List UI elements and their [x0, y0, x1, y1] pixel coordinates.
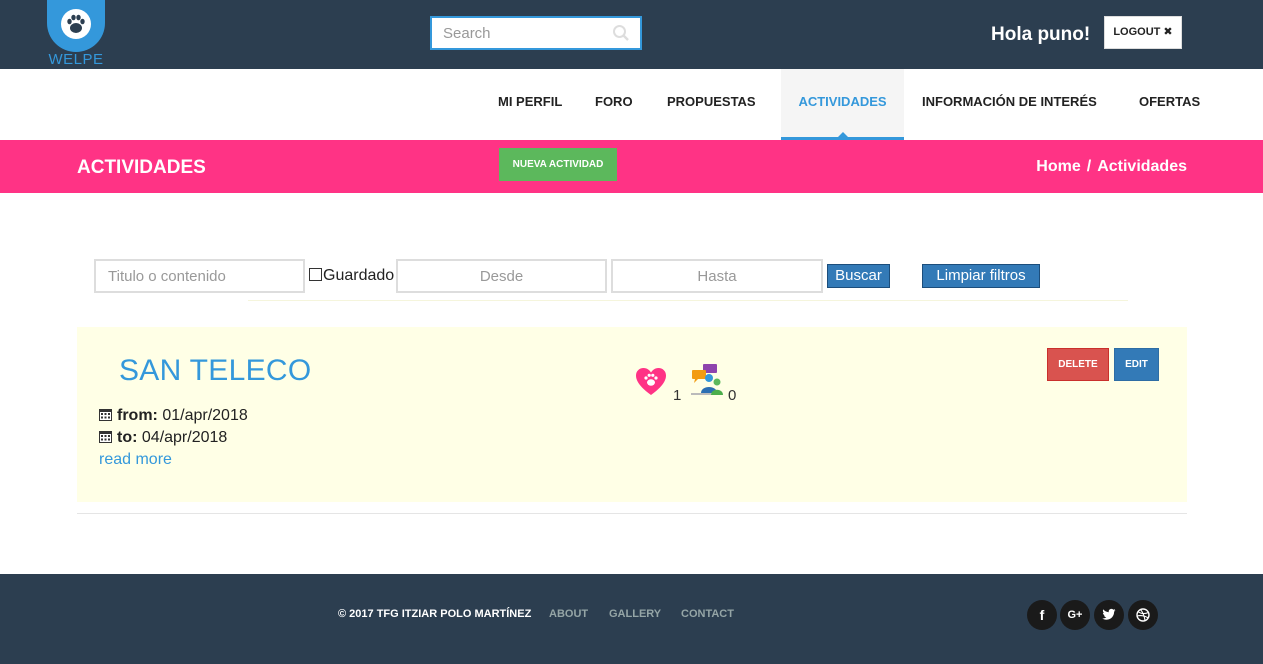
nav-informacion[interactable]: INFORMACIÓN DE INTERÉS: [922, 69, 1097, 140]
nav-ofertas[interactable]: OFERTAS: [1139, 69, 1200, 140]
saved-checkbox-label: Guardado: [323, 267, 395, 284]
nav-propuestas[interactable]: PROPUESTAS: [667, 69, 756, 140]
filter-divider: [248, 300, 1128, 301]
top-bar: WELPE Hola puno! LOGOUT ✖: [0, 0, 1263, 69]
activity-from-row: from: 01/apr/2018: [99, 407, 248, 425]
breadcrumb-home[interactable]: Home: [1036, 158, 1080, 175]
footer: © 2017 TFG ITZIAR POLO MARTÍNEZ ABOUT GA…: [0, 574, 1263, 664]
search-button[interactable]: Buscar: [827, 264, 890, 288]
activity-card: SAN TELECO from: 01/apr/2018 to: 04/apr/…: [77, 327, 1187, 502]
nav-actividades[interactable]: ACTIVIDADES: [781, 69, 904, 140]
heart-paw-icon[interactable]: [635, 367, 667, 397]
activity-title[interactable]: SAN TELECO: [119, 354, 312, 388]
paw-icon: [61, 9, 91, 39]
clear-filters-button[interactable]: Limpiar filtros: [922, 264, 1040, 288]
footer-link-about[interactable]: ABOUT: [549, 608, 588, 620]
from-label: from:: [117, 407, 158, 424]
new-activity-button[interactable]: NUEVA ACTIVIDAD: [499, 148, 617, 181]
section-header: ACTIVIDADES NUEVA ACTIVIDAD Home / Activid…: [0, 140, 1263, 193]
breadcrumb-current: Actividades: [1097, 158, 1187, 175]
logo-badge: [47, 0, 105, 52]
user-greeting: Hola puno!: [991, 24, 1091, 45]
saved-checkbox[interactable]: [309, 268, 322, 281]
footer-link-contact[interactable]: CONTACT: [681, 608, 734, 620]
dribbble-icon[interactable]: [1128, 600, 1158, 630]
participants-count: 0: [728, 387, 737, 404]
to-date-input[interactable]: [611, 259, 823, 293]
delete-button[interactable]: DELETE: [1047, 348, 1109, 381]
edit-button[interactable]: EDIT: [1114, 348, 1159, 381]
active-caret-icon: [837, 132, 849, 138]
likes-count: 1: [673, 387, 682, 404]
from-date-input[interactable]: [396, 259, 607, 293]
welpe-logo[interactable]: WELPE: [47, 0, 105, 69]
calendar-icon: [99, 431, 112, 443]
footer-link-gallery[interactable]: GALLERY: [609, 608, 661, 620]
to-label: to:: [117, 429, 138, 446]
activity-to-row: to: 04/apr/2018: [99, 429, 227, 447]
search-input[interactable]: [432, 18, 602, 48]
to-date: 04/apr/2018: [141, 429, 228, 446]
search-box: [430, 16, 642, 50]
nav-foro[interactable]: FORO: [595, 69, 633, 140]
breadcrumb: Home / Actividades: [1036, 158, 1187, 176]
twitter-icon[interactable]: [1094, 600, 1124, 630]
page-title: ACTIVIDADES: [77, 157, 206, 178]
breadcrumb-separator: /: [1086, 158, 1092, 175]
main-nav: MI PERFIL FORO PROPUESTAS ACTIVIDADES IN…: [0, 69, 1263, 140]
participants-icon[interactable]: [689, 363, 725, 397]
nav-actividades-label: ACTIVIDADES: [798, 94, 887, 109]
facebook-icon[interactable]: f: [1027, 600, 1057, 630]
from-date: 01/apr/2018: [162, 407, 248, 424]
title-filter-input[interactable]: [94, 259, 305, 293]
footer-copyright: © 2017 TFG ITZIAR POLO MARTÍNEZ: [338, 608, 532, 620]
nav-mi-perfil[interactable]: MI PERFIL: [498, 69, 562, 140]
logout-button[interactable]: LOGOUT ✖: [1104, 16, 1182, 49]
card-divider: [77, 513, 1187, 514]
calendar-icon: [99, 409, 112, 421]
logo-text: WELPE: [48, 51, 104, 68]
read-more-link[interactable]: read more: [99, 451, 172, 469]
search-icon[interactable]: [612, 24, 630, 42]
google-plus-icon[interactable]: G+: [1060, 600, 1090, 630]
